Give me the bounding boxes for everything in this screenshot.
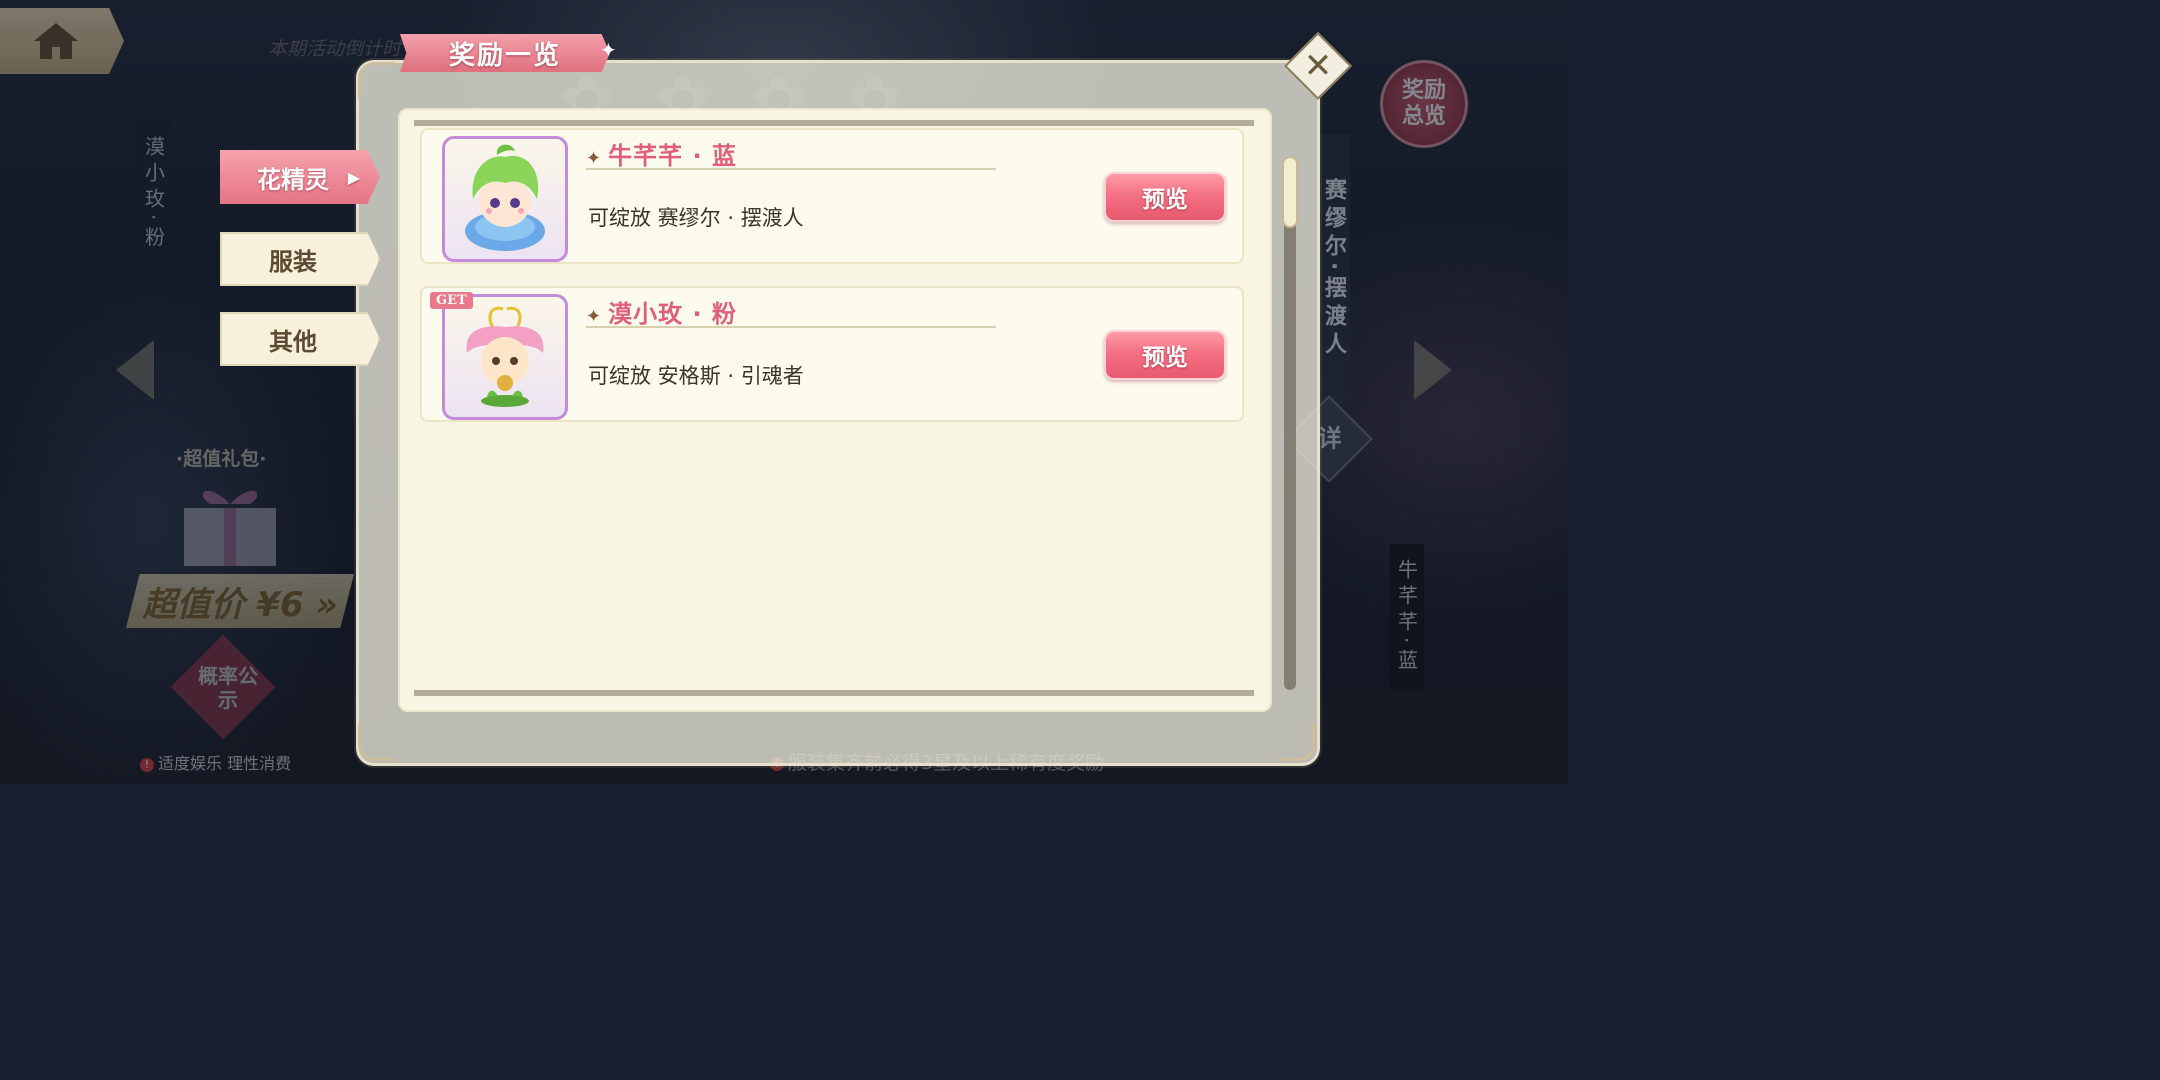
tab-label: 其他 (269, 327, 317, 356)
obtained-badge: GET (430, 292, 473, 309)
tab-flower-spirit[interactable]: 花精灵 ▶ (220, 150, 380, 204)
name-divider (586, 168, 996, 170)
flower-spirit-avatar[interactable] (442, 136, 568, 262)
reward-description: 可绽放 安格斯 · 引魂者 (588, 364, 804, 388)
name-divider (586, 326, 996, 328)
tab-other[interactable]: 其他 (220, 312, 380, 366)
panel-divider (414, 690, 1254, 696)
scrollbar-thumb[interactable] (1282, 156, 1298, 228)
tab-costume[interactable]: 服装 (220, 232, 380, 286)
close-icon: ✕ (1303, 46, 1333, 86)
tab-label: 花精灵 (257, 165, 329, 194)
modal-corner-ornament (1278, 724, 1315, 761)
reward-name: ✦ 牛芊芊 · 蓝 (586, 136, 737, 171)
reward-name-text: 牛芊芊 · 蓝 (608, 142, 737, 170)
chevron-right-icon: ▶ (347, 167, 360, 187)
panel-divider (414, 120, 1254, 126)
pink-spirit-icon (466, 306, 544, 407)
modal-corner-ornament (358, 62, 395, 99)
green-spirit-icon (465, 144, 545, 251)
reward-card: ✦ 牛芊芊 · 蓝 可绽放 赛缪尔 · 摆渡人 预览 (420, 128, 1244, 264)
reward-name-text: 漠小玫 · 粉 (608, 300, 737, 328)
tab-label: 服装 (269, 247, 317, 276)
sparkle-icon: ✦ (586, 306, 603, 327)
modal-title: 奖励一览 (400, 34, 610, 72)
flower-spirit-avatar[interactable] (442, 294, 568, 420)
preview-button[interactable]: 预览 (1104, 172, 1226, 222)
sparkle-icon: ✦ (586, 148, 603, 169)
reward-description: 可绽放 赛缪尔 · 摆渡人 (588, 206, 804, 230)
modal-corner-ornament (358, 724, 395, 761)
scrollbar-track[interactable] (1284, 158, 1296, 690)
reward-name: ✦ 漠小玫 · 粉 (586, 294, 737, 329)
sparkle-icon: ✦ (600, 38, 617, 62)
preview-button[interactable]: 预览 (1104, 330, 1226, 380)
reward-card: ✦ 漠小玫 · 粉 可绽放 安格斯 · 引魂者 预览 (420, 286, 1244, 422)
